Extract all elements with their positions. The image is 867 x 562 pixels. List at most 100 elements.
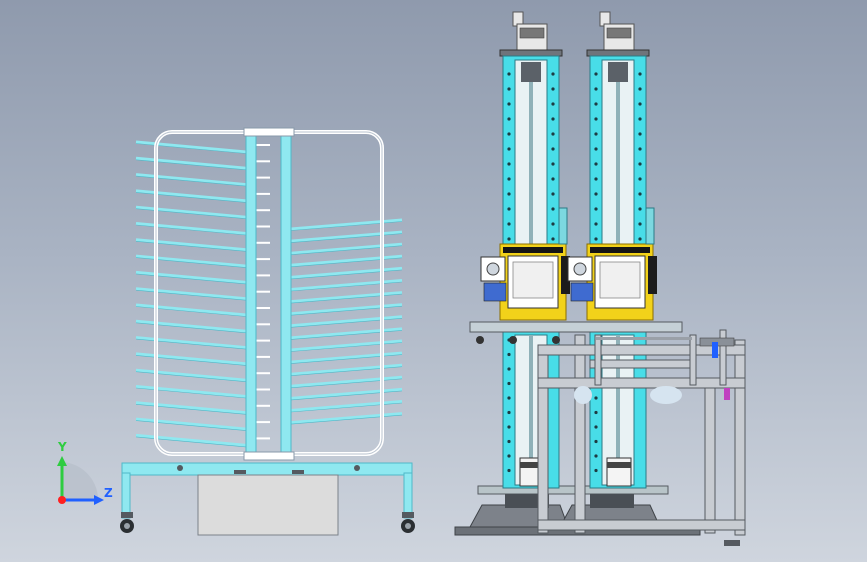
column-bolt — [507, 72, 511, 76]
rack-peg — [256, 225, 270, 228]
rack-slot-left — [135, 303, 247, 317]
column-bolt — [551, 177, 555, 181]
gripper-fitting — [712, 342, 718, 358]
rack-slot-right-edge — [290, 378, 403, 389]
column-bolt — [594, 410, 598, 415]
column-bolt — [507, 439, 511, 444]
rack-slot-right — [290, 339, 403, 352]
valve-block — [570, 282, 594, 302]
rack-peg — [256, 323, 270, 326]
column-bolt — [594, 207, 598, 211]
rack-top-cap — [243, 127, 295, 137]
column-bolt — [638, 147, 642, 151]
column-bolt — [551, 222, 555, 226]
motor-fins — [519, 27, 545, 39]
sensor-mark — [724, 388, 730, 400]
rack-slot-right — [290, 375, 403, 388]
column-bolt — [594, 439, 598, 444]
rack-slot-left-edge — [135, 224, 247, 236]
rack-slot-right — [290, 327, 403, 340]
rack-peg — [256, 176, 270, 179]
rack-slot-left — [135, 401, 247, 415]
base-bolt — [177, 465, 183, 471]
column-bolt — [594, 396, 598, 400]
column-bolt — [594, 147, 598, 151]
rack-peg — [256, 307, 270, 309]
column-bolt — [638, 72, 642, 76]
column-bolt — [507, 222, 511, 226]
cable-chain — [648, 256, 657, 294]
column-bolt — [594, 222, 598, 226]
column-bolt — [594, 454, 598, 458]
rack-peg — [256, 372, 270, 375]
rack-peg — [256, 209, 270, 212]
rack-slot-right-edge — [290, 342, 403, 352]
cart-leg-left — [121, 472, 131, 519]
column-bolt — [551, 207, 555, 211]
caster-wheel-right — [401, 512, 415, 533]
rack-slot-right — [290, 363, 403, 376]
rack-slot-left — [135, 173, 247, 187]
rack-slot-left — [135, 368, 247, 382]
rack-peg — [256, 258, 270, 261]
column-bolt — [507, 87, 511, 91]
motor-fins — [606, 27, 632, 39]
rack-slot-left — [135, 254, 247, 268]
z-axis-arrow — [94, 495, 104, 505]
cad-viewport[interactable]: Y Z — [0, 0, 867, 562]
column-bolt — [551, 72, 555, 76]
rack-peg — [256, 355, 270, 358]
rack-slot-right-edge — [290, 257, 403, 268]
rack-slot-left-edge — [135, 355, 247, 366]
rack-slot-right-edge — [290, 414, 403, 425]
column-top-plate — [586, 49, 650, 57]
side-bracket — [558, 207, 568, 245]
rack-slot-left — [135, 140, 247, 154]
round-plate-left — [574, 386, 592, 404]
rack-cart[interactable] — [120, 127, 415, 536]
rack-slot-left — [135, 222, 247, 235]
rack-slot-right-edge — [290, 281, 403, 292]
rack-slot-right — [290, 279, 403, 291]
rack-center-channel — [255, 133, 282, 457]
lift-machine[interactable] — [454, 11, 746, 546]
mid-table-plate — [469, 321, 683, 333]
column-bolt — [638, 117, 642, 121]
column-bolt — [507, 207, 511, 211]
base-bracket — [292, 470, 304, 474]
column-bolt — [507, 117, 511, 121]
triad-sector — [62, 462, 98, 500]
column-bolt — [507, 177, 511, 181]
column-bolt — [507, 367, 511, 371]
rack-slot-left — [135, 417, 247, 431]
rack-slot-right — [290, 230, 403, 243]
column-bolt — [594, 237, 598, 241]
column-bolt — [594, 102, 598, 106]
rack-slot-right — [290, 315, 403, 328]
rack-slot-right-edge — [290, 318, 403, 328]
rack-slot-left — [135, 205, 247, 219]
column-bolt — [594, 87, 598, 91]
coupling — [521, 62, 541, 82]
rack-bottom-cap — [243, 451, 295, 461]
rack-peg — [256, 421, 270, 424]
rack-peg — [256, 404, 270, 407]
z-axis-label: Z — [104, 486, 113, 500]
carriage-window — [512, 261, 554, 299]
rack-slot-right — [290, 254, 403, 267]
column-bolt — [594, 177, 598, 181]
column-top-plate — [499, 49, 563, 57]
view-triad — [57, 456, 104, 505]
rack-slot-right-edge — [290, 221, 403, 231]
column-bolt — [638, 222, 642, 226]
cad-model-scene[interactable] — [0, 0, 867, 562]
rack-slot-left-edge — [135, 387, 247, 399]
column-bolt — [507, 132, 511, 136]
rack-slot-left — [135, 352, 247, 366]
rack-slot-left-edge — [135, 241, 247, 252]
column-bolt — [594, 192, 598, 196]
cart-leg-right — [403, 472, 413, 519]
rack-peg — [256, 241, 270, 244]
column-bolt — [507, 192, 511, 196]
rack-slot-left — [135, 385, 247, 398]
